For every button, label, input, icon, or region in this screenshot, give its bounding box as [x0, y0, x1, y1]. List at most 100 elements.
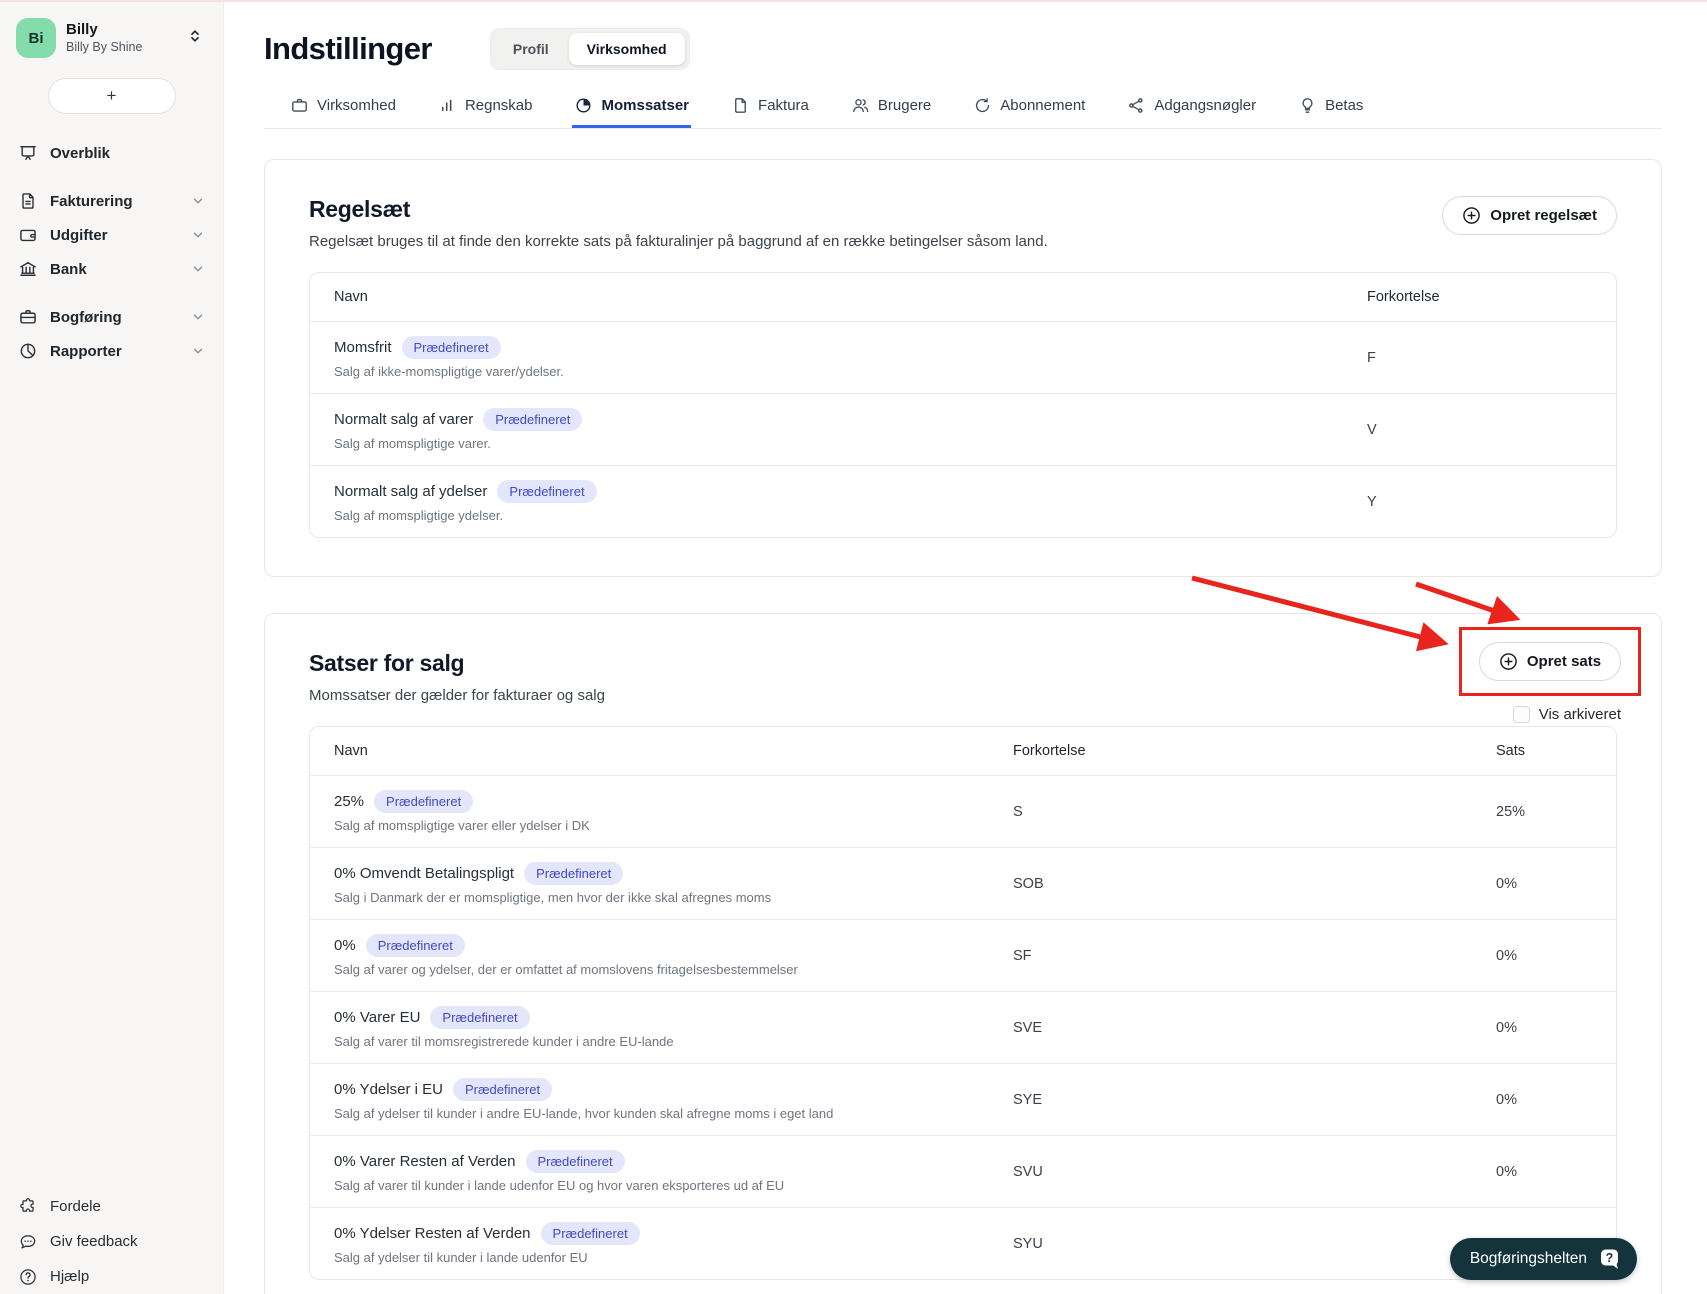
sidebar-item-bank[interactable]: Bank [12, 252, 211, 286]
chevron-down-icon [191, 344, 205, 358]
create-ruleset-button[interactable]: Opret regelsæt [1442, 196, 1617, 235]
predefined-badge: Prædefineret [365, 934, 465, 957]
table-row[interactable]: 0% Ydelser Resten af Verden Prædefineret … [310, 1207, 1616, 1279]
sidebar-item-label: Fordele [50, 1198, 101, 1215]
sidebar-item-label: Hjælp [50, 1268, 90, 1285]
tab-faktura[interactable]: Faktura [729, 92, 811, 128]
table-row[interactable]: Momsfrit Prædefineret Salg af ikke-momspl… [310, 321, 1616, 393]
predefined-badge: Prædefineret [525, 1150, 625, 1173]
sales-rates-description: Momssatser der gælder for fakturaer og s… [309, 687, 605, 704]
sales-rates-title: Satser for salg [309, 650, 465, 676]
sales-rates-table: Navn Forkortelse Sats 25% Prædefineret Sa… [309, 726, 1617, 1280]
pie-chart-icon [574, 96, 593, 115]
ruleset-card: Regelsæt Regelsæt bruges til at finde de… [264, 159, 1662, 577]
table-header-row: Navn Forkortelse [310, 273, 1616, 321]
segment-virksomhed[interactable]: Virksomhed [568, 33, 685, 65]
sidebar-item-fakturering[interactable]: Fakturering [12, 184, 211, 218]
abbreviation-value: SYE [1013, 1091, 1043, 1108]
column-header-sats: Sats [1496, 743, 1526, 759]
rate-value: 0% [1496, 875, 1517, 892]
abbreviation-value: F [1367, 349, 1376, 366]
main-content: Indstillinger Profil Virksomhed Virksomh… [224, 2, 1707, 1294]
table-header-row: Navn Forkortelse Sats [310, 727, 1616, 775]
segment-profil[interactable]: Profil [495, 33, 567, 65]
document-icon [731, 96, 750, 115]
briefcase-icon [18, 307, 38, 327]
table-row[interactable]: Normalt salg af varer Prædefineret Salg a… [310, 393, 1616, 465]
show-archived-checkbox[interactable] [1512, 706, 1530, 723]
tab-regnskab[interactable]: Regnskab [436, 92, 535, 128]
tab-abonnement[interactable]: Abonnement [971, 92, 1087, 128]
sidebar-item-bogfoering[interactable]: Bogføring [12, 300, 211, 334]
sidebar-item-rapporter[interactable]: Rapporter [12, 334, 211, 368]
table-row[interactable]: Normalt salg af ydelser Prædefineret Salg… [310, 465, 1616, 537]
tab-brugere[interactable]: Brugere [849, 92, 933, 128]
plus-circle-icon [1462, 206, 1481, 225]
settings-tabs: Virksomhed Regnskab Momssatser Faktura B… [264, 92, 1662, 129]
tab-momssatser[interactable]: Momssatser [572, 92, 692, 128]
sidebar-item-hjaelp[interactable]: Hjælp [12, 1259, 211, 1294]
show-archived-label: Vis arkiveret [1538, 706, 1621, 723]
table-row[interactable]: 0% Ydelser i EU Prædefineret Salg af ydel… [310, 1063, 1616, 1135]
abbreviation-value: SYU [1013, 1235, 1043, 1252]
sidebar-item-fordele[interactable]: Fordele [12, 1189, 211, 1224]
annotation-highlight-box: Opret sats [1459, 627, 1641, 696]
workspace-switcher[interactable]: Bi Billy Billy By Shine [12, 16, 211, 60]
sidebar-item-label: Fakturering [50, 192, 133, 210]
sidebar-item-label: Overblik [50, 144, 111, 162]
abbreviation-value: SVE [1013, 1019, 1043, 1036]
table-row[interactable]: 0% Omvendt Betalingspligt Prædefineret Sa… [310, 847, 1616, 919]
add-button[interactable]: + [47, 78, 176, 114]
table-row[interactable]: 25% Prædefineret Salg af momspligtige var… [310, 775, 1616, 847]
predefined-badge: Prædefineret [483, 408, 583, 431]
profile-company-toggle: Profil Virksomhed [489, 28, 690, 70]
predefined-badge: Prædefineret [374, 790, 474, 813]
rate-value: 0% [1496, 1019, 1517, 1036]
predefined-badge: Prædefineret [540, 1222, 640, 1245]
users-icon [851, 96, 870, 115]
abbreviation-value: Y [1367, 493, 1377, 510]
pie-chart-icon [18, 341, 38, 361]
ruleset-table: Navn Forkortelse Momsfrit Prædefineret Sa… [309, 272, 1617, 538]
page-title: Indstillinger [264, 31, 432, 66]
abbreviation-value: SVU [1013, 1163, 1043, 1180]
sales-rates-card: Satser for salg Momssatser der gælder fo… [264, 613, 1662, 1294]
table-row[interactable]: 0% Prædefineret Salg af varer og ydelser,… [310, 919, 1616, 991]
avatar: Bi [16, 18, 56, 58]
chevron-down-icon [191, 262, 205, 276]
predefined-badge: Prædefineret [430, 1006, 530, 1029]
table-row[interactable]: 0% Varer Resten af Verden Prædefineret Sa… [310, 1135, 1616, 1207]
tab-virksomhed[interactable]: Virksomhed [288, 92, 398, 128]
column-header-forkortelse: Forkortelse [1013, 743, 1086, 759]
workspace-subtitle: Billy By Shine [66, 40, 143, 54]
lightbulb-icon [1298, 96, 1317, 115]
chevron-down-icon [191, 228, 205, 242]
bookkeeping-hero-button[interactable]: Bogføringshelten ? [1449, 1238, 1637, 1280]
create-rate-button[interactable]: Opret sats [1478, 642, 1622, 681]
show-archived-control: Vis arkiveret [1512, 706, 1621, 723]
tab-adgangsnoegler[interactable]: Adgangsnøgler [1125, 92, 1258, 128]
plus-circle-icon [1499, 652, 1518, 671]
chevron-down-icon [191, 310, 205, 324]
predefined-badge: Prædefineret [497, 480, 597, 503]
rate-value: 25% [1496, 803, 1526, 820]
sidebar-item-giv-feedback[interactable]: Giv feedback [12, 1224, 211, 1259]
table-row[interactable]: 0% Varer EU Prædefineret Salg af varer ti… [310, 991, 1616, 1063]
column-header-navn: Navn [334, 289, 368, 305]
tab-betas[interactable]: Betas [1296, 92, 1365, 128]
puzzle-icon [18, 1197, 38, 1217]
wallet-icon [18, 225, 38, 245]
abbreviation-value: SOB [1013, 875, 1044, 892]
workspace-selector-icon[interactable] [187, 28, 203, 49]
rate-value: 0% [1496, 1091, 1517, 1108]
abbreviation-value: S [1013, 803, 1023, 820]
sidebar-item-label: Bank [50, 260, 87, 278]
column-header-navn: Navn [334, 743, 368, 759]
sidebar-item-overblik[interactable]: Overblik [12, 136, 211, 170]
refresh-icon [973, 96, 992, 115]
help-circle-icon [18, 1267, 38, 1287]
sidebar-item-label: Bogføring [50, 308, 122, 326]
abbreviation-value: V [1367, 421, 1377, 438]
sidebar-item-udgifter[interactable]: Udgifter [12, 218, 211, 252]
bank-icon [18, 259, 38, 279]
